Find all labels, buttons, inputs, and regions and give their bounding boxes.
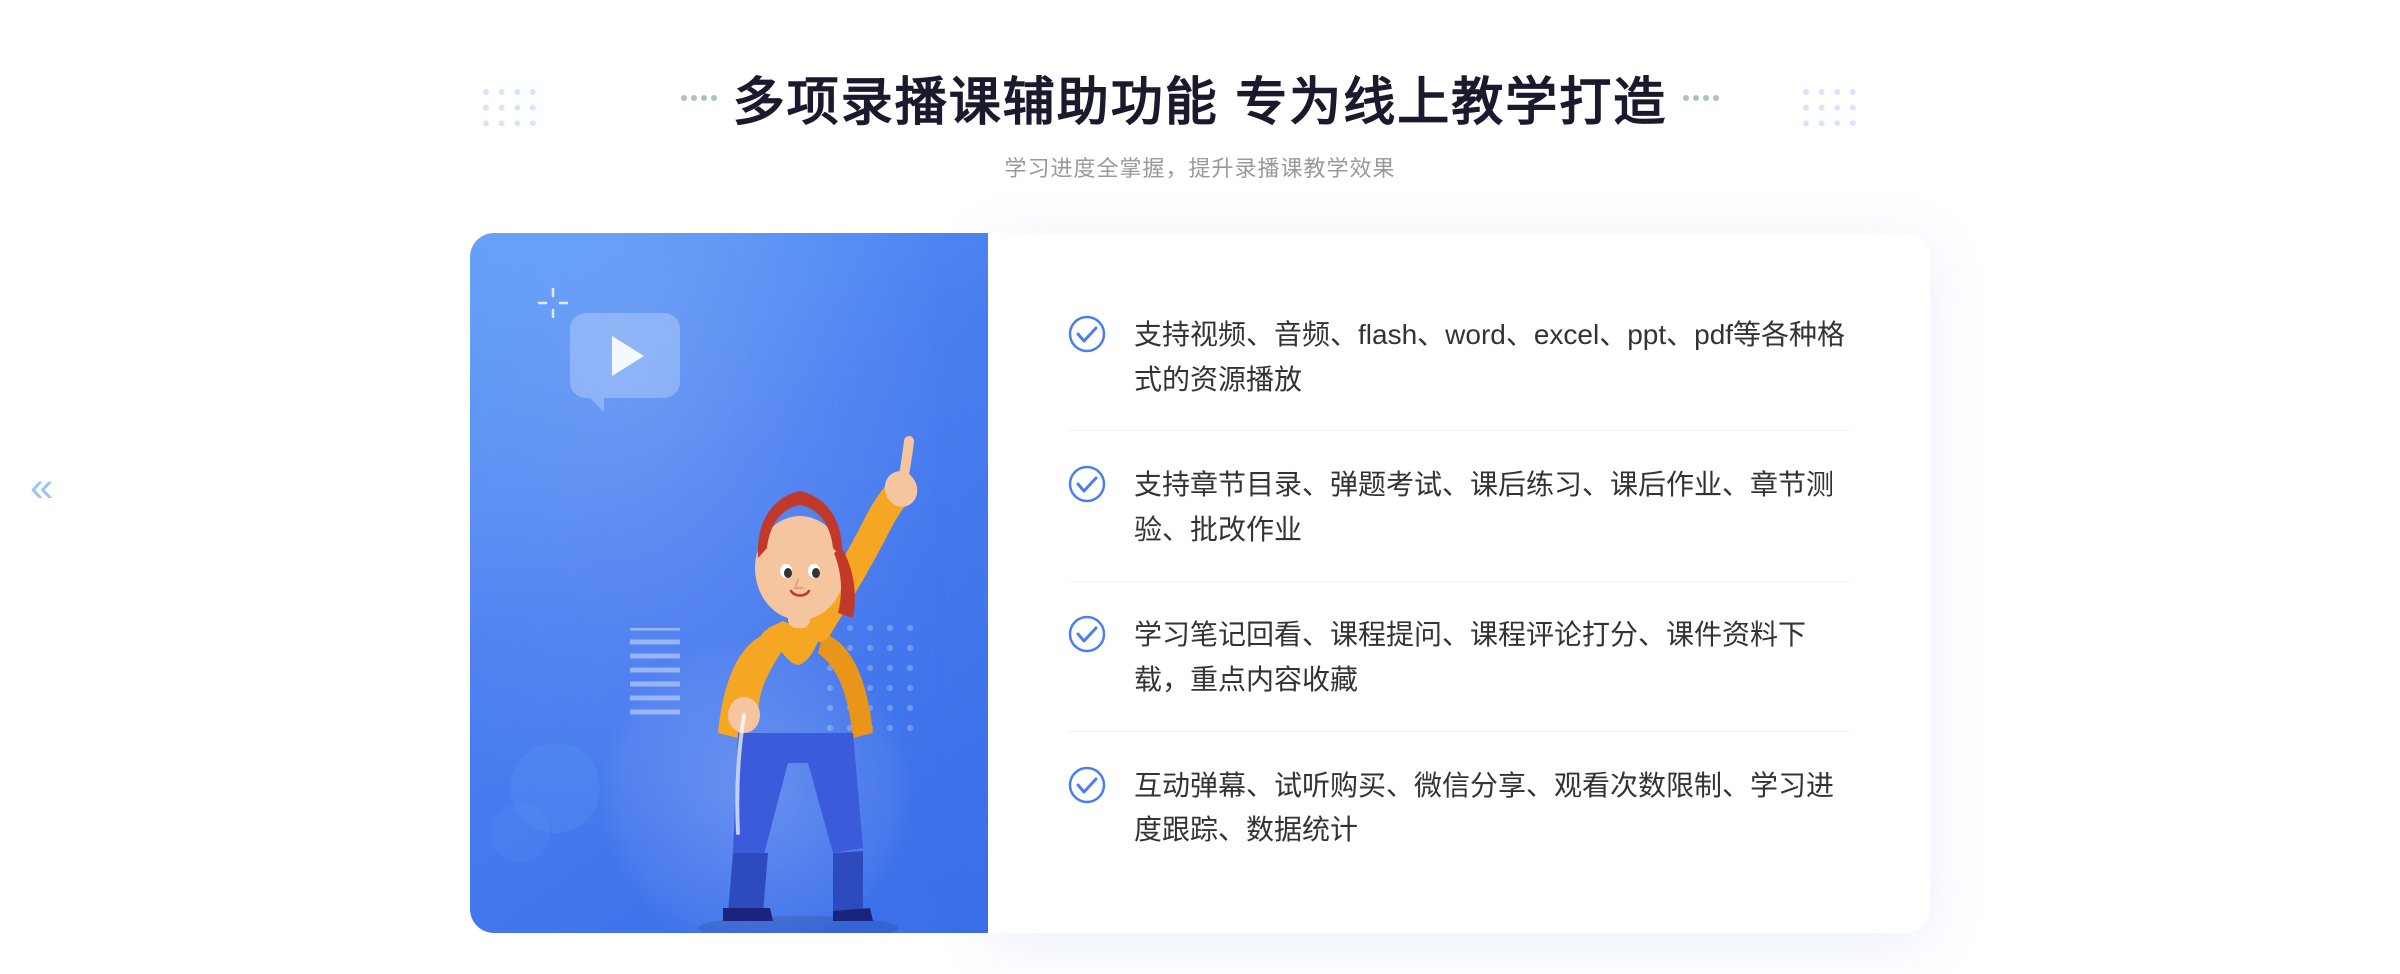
title-decoration-right [1683,95,1719,101]
feature-text-1: 支持视频、音频、flash、word、excel、ppt、pdf等各种格式的资源… [1134,313,1850,403]
sub-title: 学习进度全掌握，提升录播课教学效果 [681,151,1719,183]
feature-item-3: 学习笔记回看、课程提问、课程评论打分、课件资料下载，重点内容收藏 [1068,585,1850,732]
feature-item-2: 支持章节目录、弹题考试、课后练习、课后作业、章节测验、批改作业 [1068,435,1850,582]
main-title-text: 多项录播课辅助功能 专为线上教学打造 [733,60,1667,135]
main-title-container: 多项录播课辅助功能 专为线上教学打造 [681,60,1719,135]
dot-pattern-top-left [480,50,600,170]
content-area: 支持视频、音频、flash、word、excel、ppt、pdf等各种格式的资源… [470,233,1930,933]
feature-text-4: 互动弹幕、试听购买、微信分享、观看次数限制、学习进度跟踪、数据统计 [1134,764,1850,854]
header-section: 多项录播课辅助功能 专为线上教学打造 学习进度全掌握，提升录播课教学效果 [681,60,1719,183]
check-icon-4 [1068,766,1106,804]
check-icon-3 [1068,615,1106,653]
person-illustration [638,373,978,933]
check-icon-1 [1068,315,1106,353]
dot-pattern-top-right [1800,50,1920,170]
page-container: 多项录播课辅助功能 专为线上教学打造 学习进度全掌握，提升录播课教学效果 « [0,0,2400,974]
illustration-card [470,233,1010,933]
check-icon-2 [1068,465,1106,503]
left-chevrons-decoration: « [30,466,53,508]
title-decoration-left [681,95,717,101]
sparkle-decoration [538,288,568,323]
deco-circle-small [490,803,550,863]
feature-item-4: 互动弹幕、试听购买、微信分享、观看次数限制、学习进度跟踪、数据统计 [1068,736,1850,882]
features-panel: 支持视频、音频、flash、word、excel、ppt、pdf等各种格式的资源… [988,233,1930,933]
play-icon [612,336,644,376]
feature-item-1: 支持视频、音频、flash、word、excel、ppt、pdf等各种格式的资源… [1068,285,1850,432]
feature-text-3: 学习笔记回看、课程提问、课程评论打分、课件资料下载，重点内容收藏 [1134,613,1850,703]
feature-text-2: 支持章节目录、弹题考试、课后练习、课后作业、章节测验、批改作业 [1134,463,1850,553]
